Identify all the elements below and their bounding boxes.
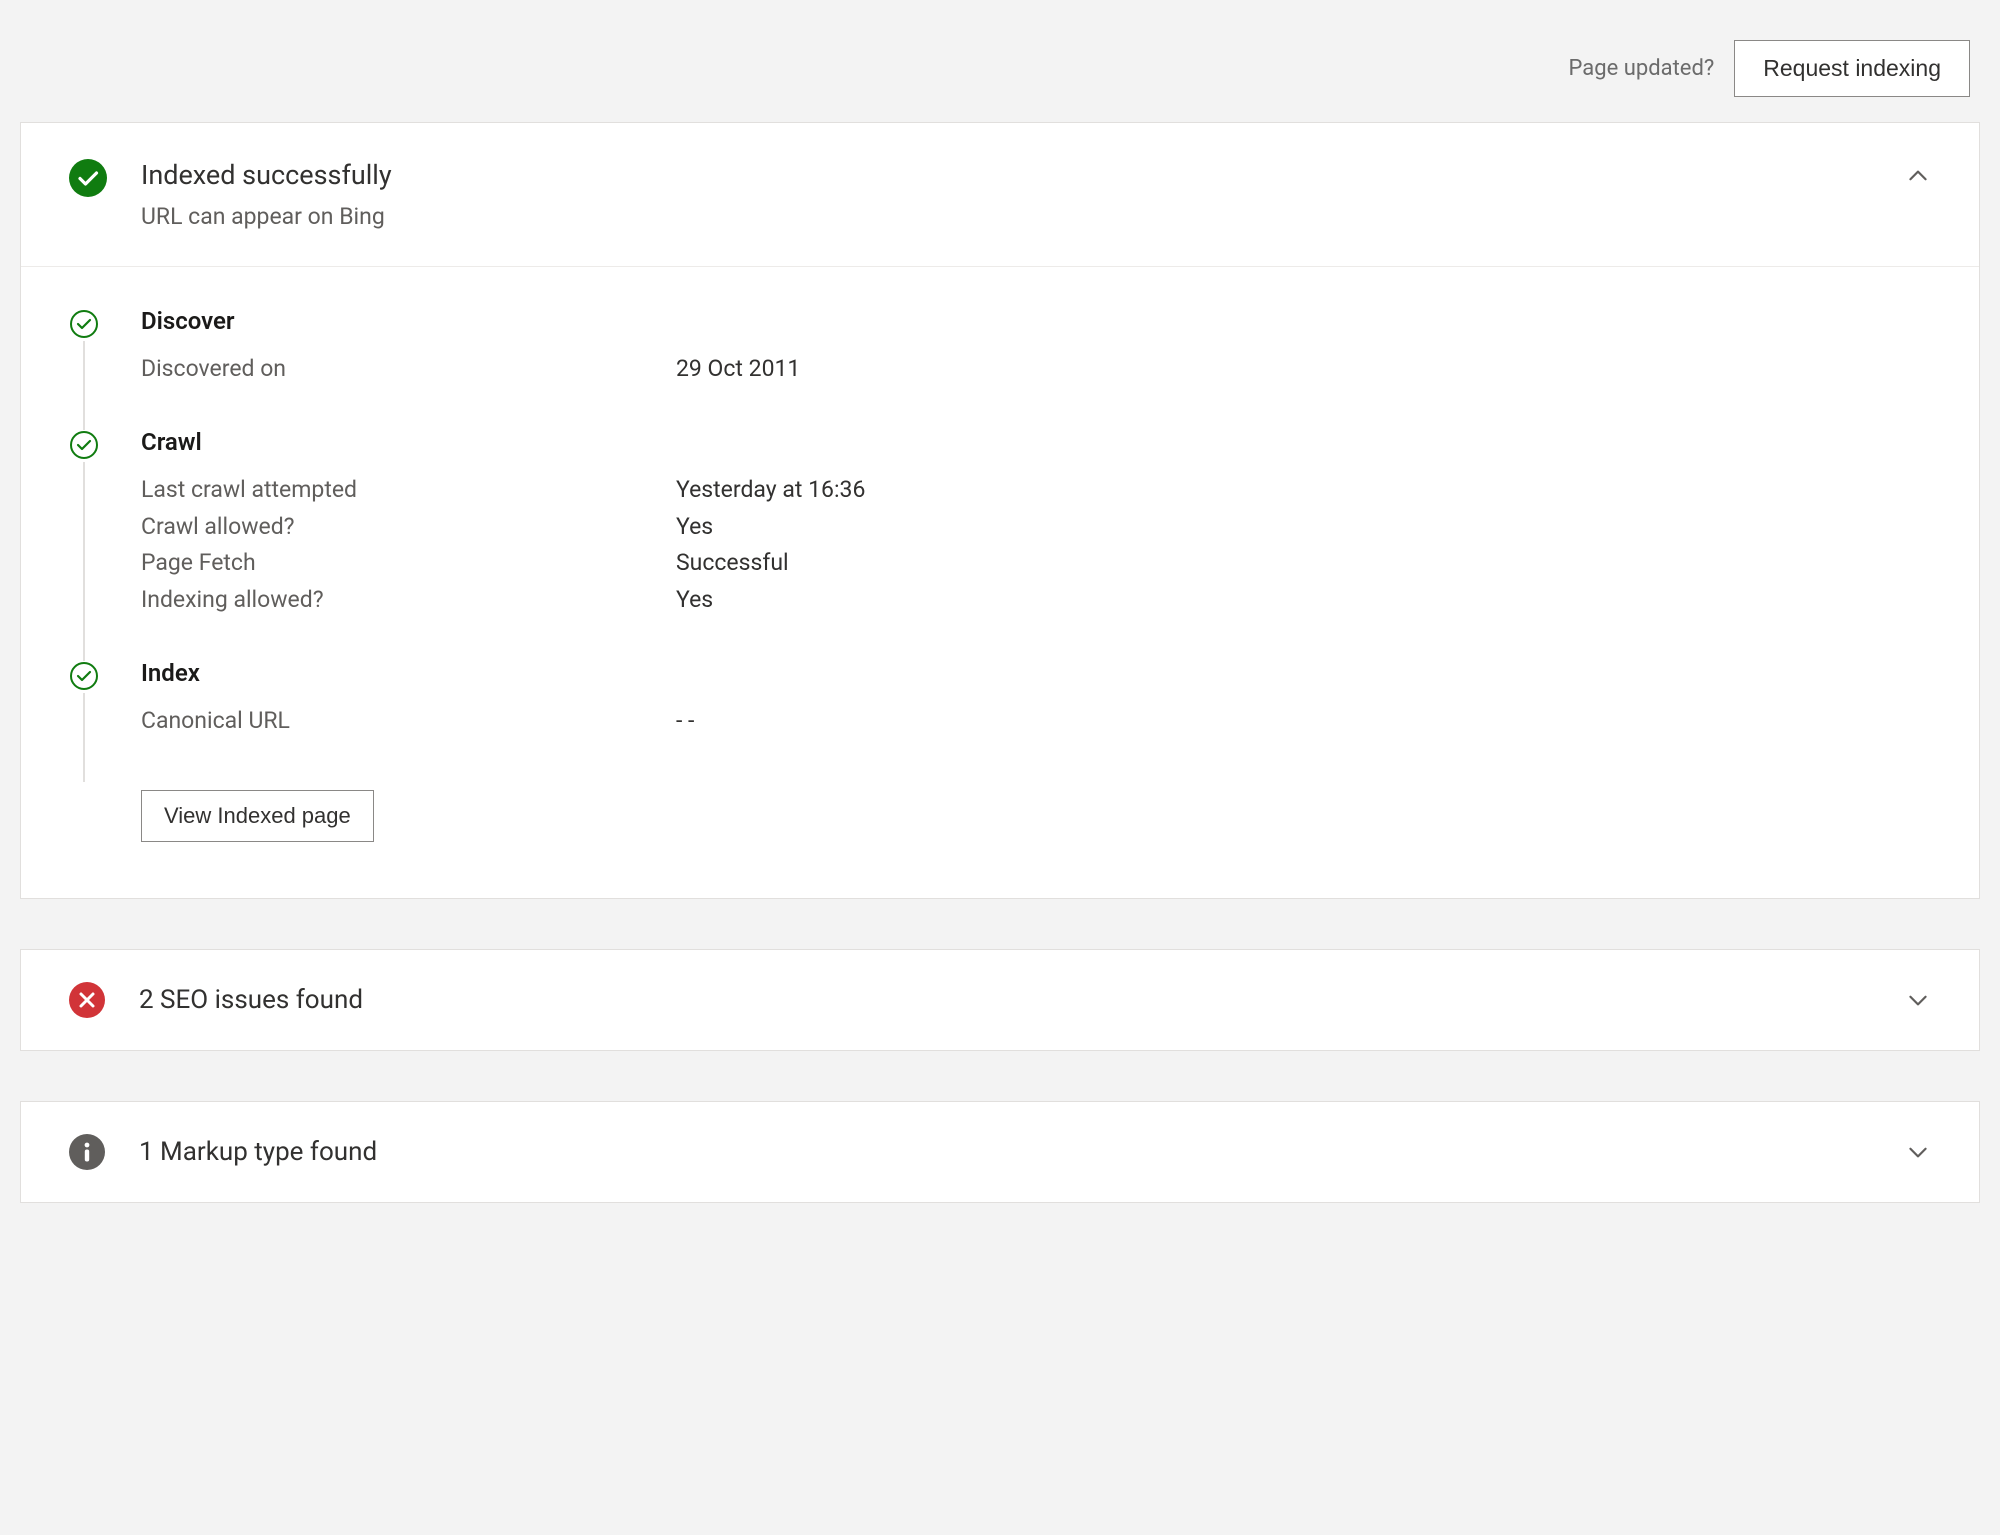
check-circle-icon xyxy=(69,309,99,339)
page-fetch-label: Page Fetch xyxy=(141,545,676,582)
index-status-card: Indexed successfully URL can appear on B… xyxy=(20,122,1980,899)
discovered-on-label: Discovered on xyxy=(141,351,676,388)
info-icon xyxy=(69,1134,105,1170)
seo-issues-card[interactable]: 2 SEO issues found xyxy=(20,949,1980,1051)
status-subtitle: URL can appear on Bing xyxy=(141,203,392,230)
crawl-allowed-value: Yes xyxy=(676,509,713,546)
chevron-up-icon xyxy=(1905,159,1931,189)
discovered-on-value: 29 Oct 2011 xyxy=(676,351,800,388)
error-icon xyxy=(69,982,105,1018)
status-title: Indexed successfully xyxy=(141,159,392,191)
index-status-header[interactable]: Indexed successfully URL can appear on B… xyxy=(21,123,1979,266)
index-title: Index xyxy=(141,659,1931,687)
success-icon xyxy=(69,159,107,197)
chevron-down-icon xyxy=(1905,1139,1931,1165)
indexing-allowed-value: Yes xyxy=(676,582,713,619)
markup-card[interactable]: 1 Markup type found xyxy=(20,1101,1980,1203)
last-crawl-label: Last crawl attempted xyxy=(141,472,676,509)
canonical-url-label: Canonical URL xyxy=(141,703,676,740)
index-status-body: Discover Discovered on 29 Oct 2011 Crawl xyxy=(21,266,1979,898)
seo-issues-title: 2 SEO issues found xyxy=(139,985,363,1015)
topbar: Page updated? Request indexing xyxy=(20,20,1980,122)
discover-title: Discover xyxy=(141,307,1931,335)
discover-step: Discover Discovered on 29 Oct 2011 xyxy=(69,307,1931,428)
view-indexed-page-button[interactable]: View Indexed page xyxy=(141,790,374,842)
indexing-allowed-label: Indexing allowed? xyxy=(141,582,676,619)
last-crawl-value: Yesterday at 16:36 xyxy=(676,472,865,509)
page-updated-hint: Page updated? xyxy=(1569,56,1715,81)
check-circle-icon xyxy=(69,661,99,691)
crawl-allowed-label: Crawl allowed? xyxy=(141,509,676,546)
check-circle-icon xyxy=(69,430,99,460)
chevron-down-icon xyxy=(1905,987,1931,1013)
crawl-step: Crawl Last crawl attempted Yesterday at … xyxy=(69,428,1931,659)
page-fetch-value: Successful xyxy=(676,545,789,582)
crawl-title: Crawl xyxy=(141,428,1931,456)
markup-title: 1 Markup type found xyxy=(139,1137,377,1167)
request-indexing-button[interactable]: Request indexing xyxy=(1734,40,1970,97)
index-step: Index Canonical URL - - xyxy=(69,659,1931,780)
canonical-url-value: - - xyxy=(676,703,694,740)
